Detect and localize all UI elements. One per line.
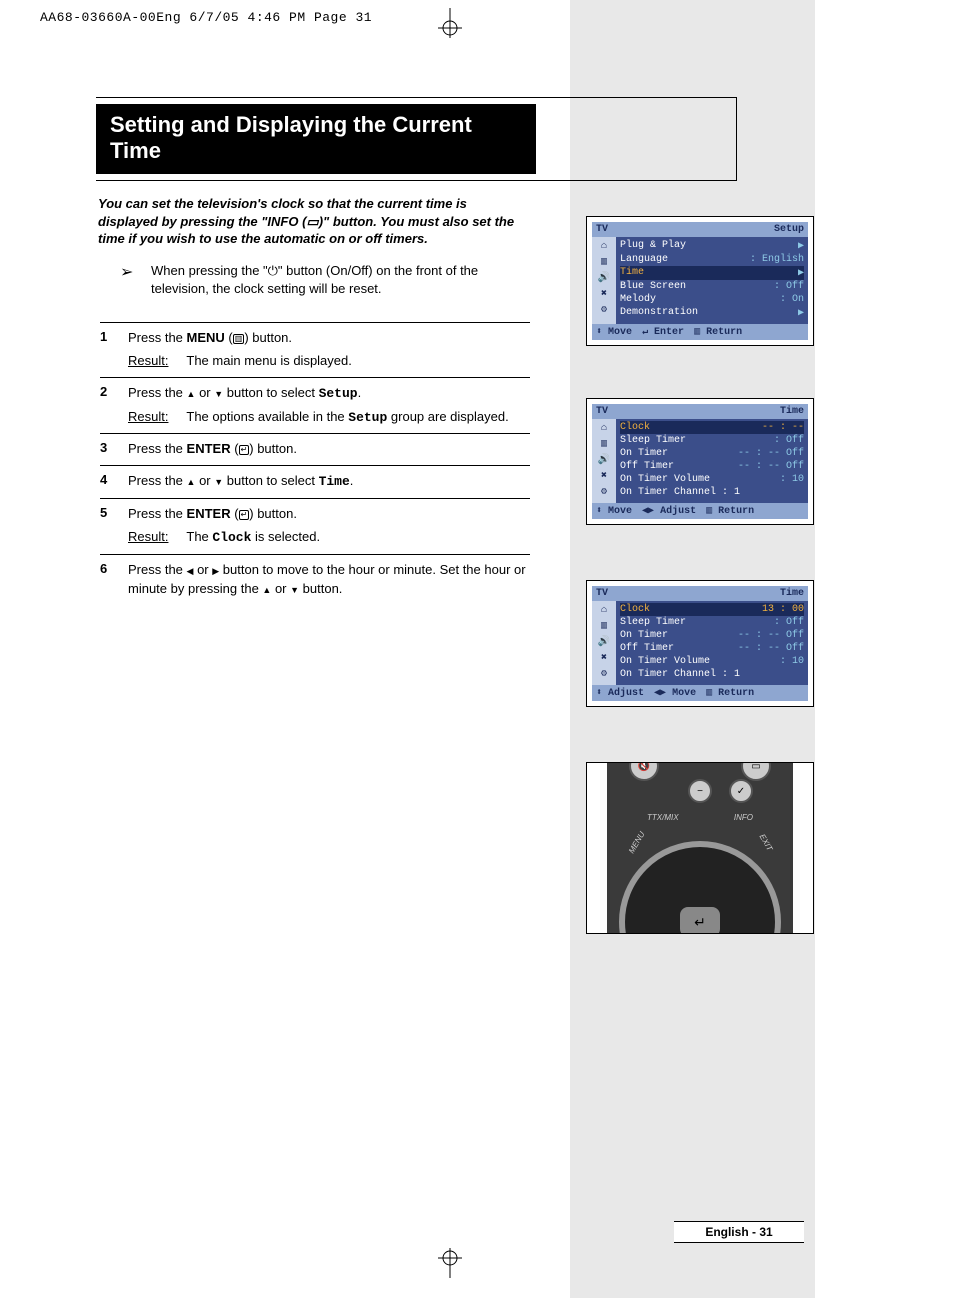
exit-label: EXIT (758, 833, 775, 853)
step-number: 5 (100, 505, 128, 548)
minus-button-icon: − (688, 779, 712, 803)
note-arrow-icon: ➢ (120, 262, 133, 282)
crop-mark-bottom (430, 1248, 470, 1278)
step-body: Press the ◀ or ▶ button to move to the h… (128, 561, 530, 599)
osd-icon-column: ⌂▥🔊✖⚙ (592, 601, 616, 685)
osd-footer: ⬍ Move ↵ Enter ▥ Return (592, 324, 808, 340)
step: 3Press the ENTER (↵) button. (100, 433, 530, 465)
osd-footer: ⬍ Adjust ◀▶ Move ▥ Return (592, 685, 808, 701)
result-label: Result: (128, 408, 183, 427)
osd-row: Plug & Play▶ (620, 239, 804, 253)
step: 6Press the ◀ or ▶ button to move to the … (100, 554, 530, 605)
osd-row: Time▶ (620, 266, 804, 280)
osd-footer: ⬍ Move ◀▶ Adjust ▥ Return (592, 503, 808, 519)
osd-row: Melody: On (620, 293, 804, 306)
step-text: Press the ENTER (↵) button. (128, 505, 530, 524)
remote-control-illustration: 🔇 ▭ − ✓ TTX/MIX INFO MENU EXIT ↵ (586, 762, 814, 934)
result-text: The Clock is selected. (186, 529, 320, 544)
info-label: INFO (734, 813, 753, 822)
osd-icon-column: ⌂▥🔊✖⚙ (592, 237, 616, 324)
osd-row: Demonstration▶ (620, 306, 804, 320)
step-body: Press the ENTER (↵) button. Result: The C… (128, 505, 530, 548)
step: 1Press the MENU (▥) button. Result: The m… (100, 322, 530, 377)
osd-row: On Timer Channel : 1 (620, 668, 804, 681)
step: 4Press the ▲ or ▼ button to select Time. (100, 465, 530, 498)
steps-list: 1Press the MENU (▥) button. Result: The m… (100, 322, 530, 604)
step-text: Press the ENTER (↵) button. (128, 440, 530, 459)
osd-row: On Timer Volume: 10 (620, 473, 804, 486)
step-number: 2 (100, 384, 128, 428)
result-text: The main menu is displayed. (186, 353, 351, 368)
step-text: Press the ▲ or ▼ button to select Setup. (128, 384, 530, 404)
intro-paragraph: You can set the television's clock so th… (98, 195, 518, 248)
osd-foot-item: ⬍ Adjust (596, 687, 644, 699)
ttx-label: TTX/MIX (647, 813, 679, 822)
check-button-icon: ✓ (729, 779, 753, 803)
step-body: Press the ENTER (↵) button. (128, 440, 530, 459)
page-title: Setting and Displaying the Current Time (96, 104, 536, 174)
osd-screenshot-time-unset: TVTime ⌂▥🔊✖⚙ Clock-- : --Sleep Timer: Of… (586, 398, 814, 525)
osd-foot-item: ▥ Return (706, 687, 754, 699)
osd-row: Blue Screen: Off (620, 280, 804, 293)
title-container: Setting and Displaying the Current Time (96, 97, 737, 181)
osd-row: On Timer-- : -- Off (620, 447, 804, 460)
osd-screenshot-time-set: TVTime ⌂▥🔊✖⚙ Clock13 : 00Sleep Timer: Of… (586, 580, 814, 707)
mute-button-icon: 🔇 (629, 762, 659, 781)
osd-icon-column: ⌂▥🔊✖⚙ (592, 419, 616, 503)
print-header: AA68-03660A-00Eng 6/7/05 4:46 PM Page 31 (40, 10, 372, 25)
note-text: When pressing the "⏻" button (On/Off) on… (151, 262, 491, 297)
osd-foot-item: ▥ Return (706, 505, 754, 517)
osd-section-title: Setup (636, 224, 804, 235)
osd-foot-item: ⬍ Move (596, 326, 632, 338)
osd-foot-item: ⬍ Move (596, 505, 632, 517)
menu-label: MENU (627, 830, 647, 855)
osd-list: Clock-- : --Sleep Timer: OffOn Timer-- :… (616, 419, 808, 503)
osd-row: On Timer Channel : 1 (620, 486, 804, 499)
osd-tv-label: TV (596, 588, 636, 599)
osd-tv-label: TV (596, 224, 636, 235)
step-body: Press the ▲ or ▼ button to select Setup.… (128, 384, 530, 428)
osd-row: Clock13 : 00 (620, 603, 804, 616)
result-label: Result: (128, 528, 183, 547)
osd-row: Language: English (620, 253, 804, 266)
osd-foot-item: ◀▶ Move (654, 687, 696, 699)
nav-ring-icon: ↵ (619, 841, 781, 934)
result-label: Result: (128, 352, 183, 371)
osd-section-title: Time (636, 588, 804, 599)
osd-row: On Timer Volume: 10 (620, 655, 804, 668)
osd-row: Sleep Timer: Off (620, 434, 804, 447)
step: 5Press the ENTER (↵) button. Result: The … (100, 498, 530, 554)
osd-row: Sleep Timer: Off (620, 616, 804, 629)
step-number: 4 (100, 472, 128, 492)
crop-mark-top (430, 8, 470, 38)
step-body: Press the MENU (▥) button. Result: The ma… (128, 329, 530, 371)
step-number: 6 (100, 561, 128, 599)
note-block: ➢ When pressing the "⏻" button (On/Off) … (120, 262, 520, 297)
step-text: Press the ▲ or ▼ button to select Time. (128, 472, 530, 492)
osd-list: Clock13 : 00Sleep Timer: OffOn Timer-- :… (616, 601, 808, 685)
step-text: Press the MENU (▥) button. (128, 329, 530, 348)
osd-row: Clock-- : -- (620, 421, 804, 434)
result-text: The options available in the Setup group… (186, 409, 508, 424)
osd-list: Plug & Play▶Language: EnglishTime▶Blue S… (616, 237, 808, 324)
step-number: 1 (100, 329, 128, 371)
osd-section-title: Time (636, 406, 804, 417)
osd-foot-item: ▥ Return (694, 326, 742, 338)
osd-foot-item: ↵ Enter (642, 326, 684, 338)
osd-screenshot-setup: TVSetup ⌂▥🔊✖⚙ Plug & Play▶Language: Engl… (586, 216, 814, 346)
step-number: 3 (100, 440, 128, 459)
step-text: Press the ◀ or ▶ button to move to the h… (128, 561, 530, 599)
osd-row: On Timer-- : -- Off (620, 629, 804, 642)
osd-tv-label: TV (596, 406, 636, 417)
list-button-icon: ▭ (741, 762, 771, 781)
step-body: Press the ▲ or ▼ button to select Time. (128, 472, 530, 492)
enter-button-icon: ↵ (680, 907, 720, 934)
page-footer: English - 31 (674, 1221, 804, 1243)
osd-row: Off Timer-- : -- Off (620, 460, 804, 473)
step: 2Press the ▲ or ▼ button to select Setup… (100, 377, 530, 434)
osd-foot-item: ◀▶ Adjust (642, 505, 696, 517)
osd-row: Off Timer-- : -- Off (620, 642, 804, 655)
